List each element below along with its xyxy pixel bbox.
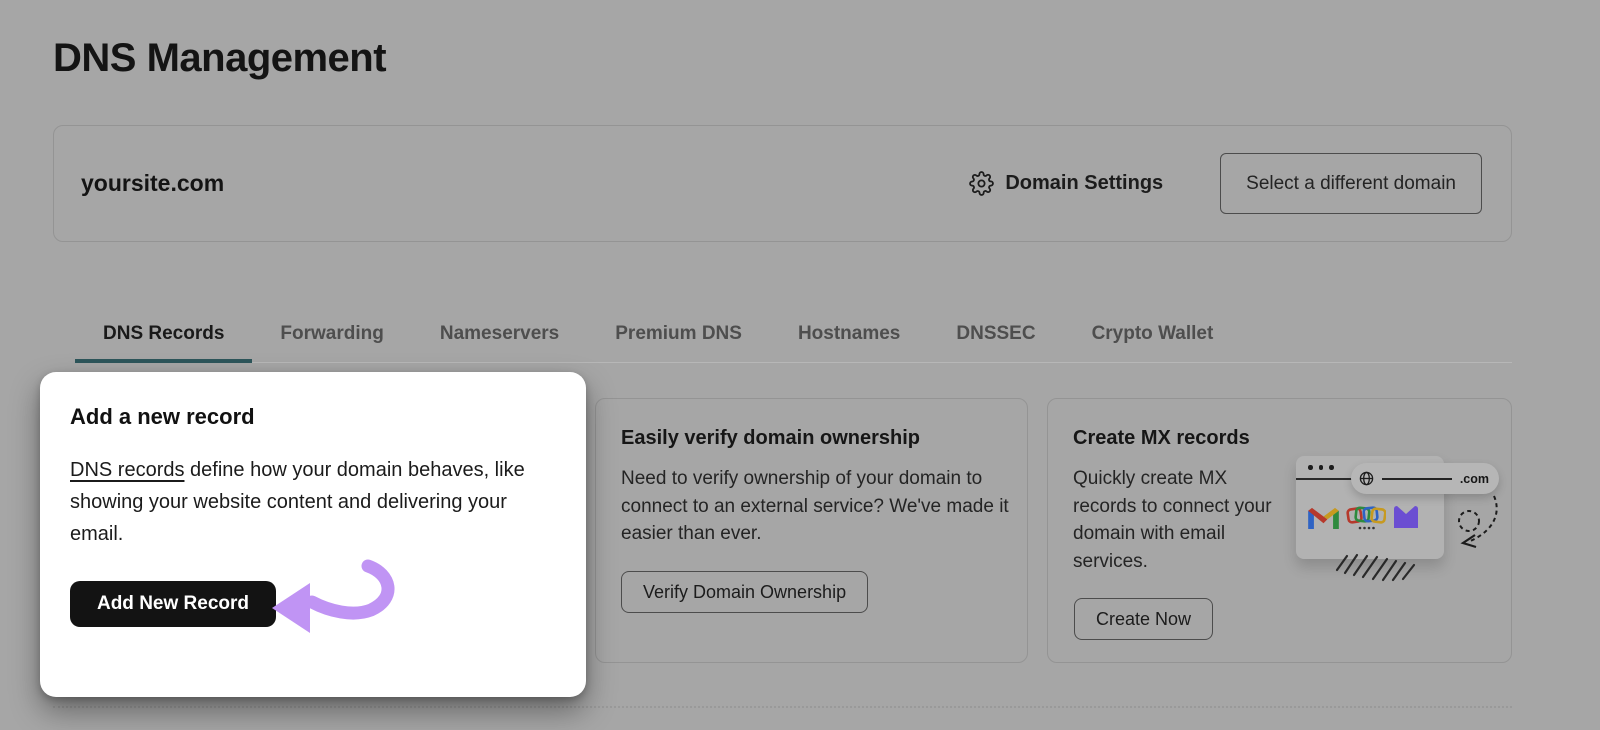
tab-dns-records[interactable]: DNS Records [75, 322, 253, 363]
purple-mail-icon [1394, 506, 1418, 528]
email-squares-icon [1346, 506, 1386, 530]
verify-domain-ownership-button[interactable]: Verify Domain Ownership [621, 571, 869, 613]
tab-bar: DNS Records Forwarding Nameservers Premi… [75, 322, 1512, 363]
tab-dnssec[interactable]: DNSSEC [928, 322, 1063, 362]
gmail-icon [1308, 507, 1339, 529]
tab-premium-dns[interactable]: Premium DNS [587, 322, 770, 362]
dns-records-link[interactable]: DNS records [70, 459, 184, 481]
add-record-title: Add a new record [70, 404, 255, 429]
page-title: DNS Management [53, 36, 387, 80]
purple-arrow-annotation [272, 559, 395, 633]
domain-settings-button[interactable]: Domain Settings [969, 171, 1163, 196]
address-bar-pill: .com [1351, 463, 1499, 494]
add-new-record-button[interactable]: Add New Record [70, 581, 276, 627]
create-now-button[interactable]: Create Now [1074, 598, 1214, 640]
section-divider [53, 706, 1512, 708]
email-provider-logos [1308, 502, 1419, 532]
add-record-card: Add a new record DNS records define how … [40, 372, 586, 697]
tab-forwarding[interactable]: Forwarding [252, 322, 411, 362]
create-mx-card: Create MX records Quickly create MX reco… [1047, 398, 1512, 663]
select-different-domain-button[interactable]: Select a different domain [1220, 153, 1482, 214]
verify-ownership-description: Need to verify ownership of your domain … [621, 468, 1009, 544]
tab-hostnames[interactable]: Hostnames [770, 322, 928, 362]
domain-name: yoursite.com [81, 170, 225, 196]
verify-ownership-card: Easily verify domain ownership Need to v… [595, 398, 1028, 663]
hatch-marks [1335, 553, 1416, 582]
url-placeholder-line [1382, 477, 1452, 480]
tld-label: .com [1459, 471, 1489, 486]
globe-icon [1359, 471, 1374, 486]
tab-crypto-wallet[interactable]: Crypto Wallet [1064, 322, 1242, 362]
tab-nameservers[interactable]: Nameservers [412, 322, 587, 362]
create-mx-description: Quickly create MX records to connect you… [1073, 468, 1272, 572]
dashed-arrow-doodle [1458, 495, 1498, 549]
add-record-description: DNS records define how your domain behav… [70, 454, 562, 550]
verify-ownership-title: Easily verify domain ownership [621, 427, 920, 449]
create-mx-title: Create MX records [1073, 427, 1250, 449]
window-dots-icon [1308, 465, 1334, 470]
domain-settings-label: Domain Settings [1005, 172, 1164, 194]
domain-bar: yoursite.com Domain Settings Select a di… [53, 125, 1512, 242]
gear-icon [969, 171, 995, 196]
domain-bar-actions: Domain Settings Select a different domai… [969, 153, 1511, 214]
